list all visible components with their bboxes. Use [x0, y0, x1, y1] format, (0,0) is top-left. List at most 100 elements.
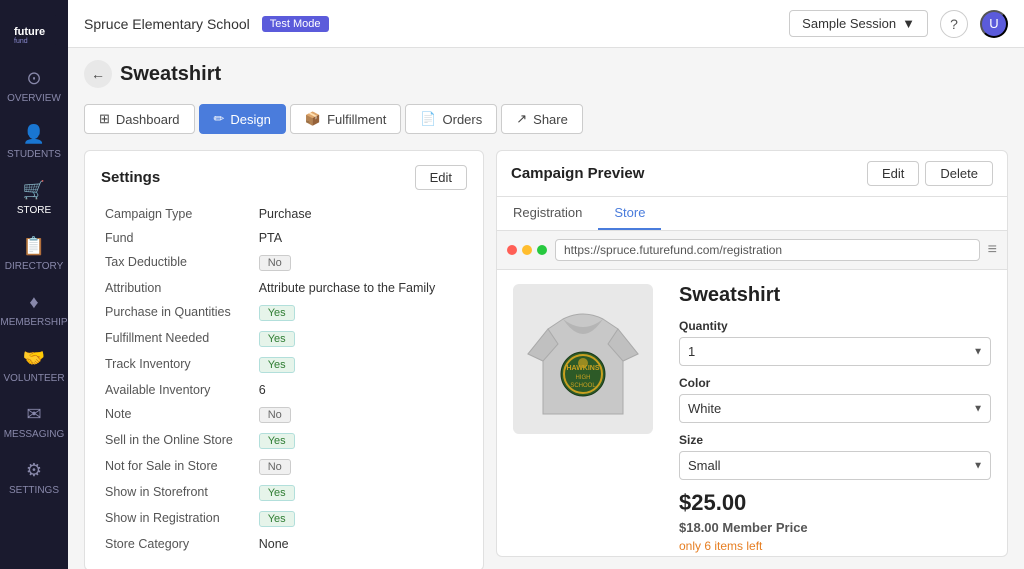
dashboard-icon: ⊞ [99, 111, 110, 127]
sidebar-item-store[interactable]: 🛒 STORE [0, 170, 68, 226]
settings-edit-button[interactable]: Edit [415, 165, 467, 190]
settings-row-label: Purchase in Quantities [101, 300, 255, 326]
school-name: Spruce Elementary School [84, 16, 250, 32]
tab-orders[interactable]: 📄 Orders [405, 104, 497, 134]
preview-tab-registration[interactable]: Registration [497, 197, 598, 230]
size-group: Size Small [679, 433, 991, 480]
messaging-icon: ✉ [26, 404, 41, 425]
member-price: $18.00 Member Price [679, 520, 991, 535]
sidebar-item-students[interactable]: 👤 STUDENTS [0, 114, 68, 170]
sidebar-item-overview[interactable]: ⊙ OVERVIEW [0, 58, 68, 114]
settings-row: Available Inventory6 [101, 378, 467, 402]
product-name: Sweatshirt [679, 284, 991, 307]
membership-icon: ♦ [29, 292, 38, 313]
tab-design[interactable]: ✏ Design [199, 104, 286, 134]
preview-actions: Edit Delete [867, 161, 993, 186]
dot-yellow [522, 245, 532, 255]
settings-row-label: Note [101, 402, 255, 428]
size-select[interactable]: Small [679, 451, 991, 480]
sidebar-item-label: DIRECTORY [5, 261, 64, 272]
settings-row-value: Yes [255, 506, 467, 532]
sidebar: future fund ⊙ OVERVIEW 👤 STUDENTS 🛒 STOR… [0, 0, 68, 569]
product-image-area: HAWKINS HIGH SCHOOL [513, 284, 663, 557]
color-select[interactable]: White [679, 394, 991, 423]
settings-row-label: Not for Sale in Store [101, 454, 255, 480]
preview-tab-store[interactable]: Store [598, 197, 661, 230]
browser-dots [507, 245, 547, 255]
settings-table: Campaign TypePurchaseFundPTATax Deductib… [101, 202, 467, 556]
settings-row: AttributionAttribute purchase to the Fam… [101, 276, 467, 300]
logo[interactable]: future fund [9, 10, 59, 50]
settings-row-value: Attribute purchase to the Family [255, 276, 467, 300]
volunteer-icon: 🤝 [23, 348, 45, 369]
back-icon: ← [91, 66, 105, 82]
chevron-down-icon: ▼ [902, 16, 915, 31]
settings-row-value: PTA [255, 226, 467, 250]
product-price: $25.00 [679, 490, 991, 516]
preview-edit-button[interactable]: Edit [867, 161, 919, 186]
settings-row-value: Yes [255, 326, 467, 352]
nav-tabs: ⊞ Dashboard ✏ Design 📦 Fulfillment 📄 Ord… [84, 104, 1008, 134]
sidebar-item-settings[interactable]: ⚙ SETTINGS [0, 450, 68, 506]
store-preview: HAWKINS HIGH SCHOOL Sweatshirt [497, 270, 1007, 557]
settings-row-value: Yes [255, 352, 467, 378]
tab-share[interactable]: ↗ Share [501, 104, 583, 134]
tab-dashboard[interactable]: ⊞ Dashboard [84, 104, 195, 134]
size-select-wrapper: Small [679, 451, 991, 480]
settings-panel: Settings Edit Campaign TypePurchaseFundP… [84, 150, 484, 557]
browser-menu-icon[interactable]: ≡ [988, 241, 997, 259]
member-price-label: Member Price [722, 520, 807, 535]
preview-card: Campaign Preview Edit Delete Registratio… [496, 150, 1008, 557]
fulfillment-icon: 📦 [305, 111, 321, 127]
settings-row-label: Store Category [101, 532, 255, 556]
sidebar-item-volunteer[interactable]: 🤝 VOLUNTEER [0, 338, 68, 394]
settings-row: Fulfillment NeededYes [101, 326, 467, 352]
color-select-wrapper: White [679, 394, 991, 423]
preview-title: Campaign Preview [511, 165, 644, 182]
user-avatar-button[interactable]: U [980, 10, 1008, 38]
settings-row: Sell in the Online StoreYes [101, 428, 467, 454]
settings-row: Show in RegistrationYes [101, 506, 467, 532]
sidebar-item-membership[interactable]: ♦ MEMBERSHIP [0, 282, 68, 338]
quantity-select[interactable]: 1 [679, 337, 991, 366]
page-header: ← Sweatshirt [84, 60, 1008, 88]
sidebar-item-label: STORE [17, 205, 51, 216]
settings-title: Settings [101, 169, 160, 186]
design-icon: ✏ [214, 111, 225, 127]
quantity-group: Quantity 1 [679, 319, 991, 366]
sample-session-button[interactable]: Sample Session ▼ [789, 10, 928, 37]
color-label: Color [679, 376, 991, 390]
quantity-select-wrapper: 1 [679, 337, 991, 366]
overview-icon: ⊙ [26, 68, 41, 89]
topbar: Spruce Elementary School Test Mode Sampl… [68, 0, 1024, 48]
settings-row: NoteNo [101, 402, 467, 428]
settings-row-value: No [255, 402, 467, 428]
settings-row: Track InventoryYes [101, 352, 467, 378]
sidebar-item-label: MESSAGING [4, 429, 65, 440]
page-title: Sweatshirt [120, 63, 221, 86]
settings-row-label: Attribution [101, 276, 255, 300]
settings-row-value: Purchase [255, 202, 467, 226]
main-area: Spruce Elementary School Test Mode Sampl… [68, 0, 1024, 569]
sidebar-item-label: SETTINGS [9, 485, 59, 496]
preview-delete-button[interactable]: Delete [925, 161, 993, 186]
back-button[interactable]: ← [84, 60, 112, 88]
member-price-amount: $18.00 [679, 520, 719, 535]
settings-row: Not for Sale in StoreNo [101, 454, 467, 480]
dot-red [507, 245, 517, 255]
settings-row-label: Show in Storefront [101, 480, 255, 506]
stock-note: only 6 items left [679, 539, 991, 553]
settings-row-label: Fulfillment Needed [101, 326, 255, 352]
settings-row: Store CategoryNone [101, 532, 467, 556]
svg-text:SCHOOL: SCHOOL [570, 383, 596, 389]
preview-header: Campaign Preview Edit Delete [497, 151, 1007, 197]
sidebar-item-directory[interactable]: 📋 DIRECTORY [0, 226, 68, 282]
sidebar-item-messaging[interactable]: ✉ MESSAGING [0, 394, 68, 450]
help-button[interactable]: ? [940, 10, 968, 38]
sidebar-item-label: MEMBERSHIP [0, 317, 67, 328]
sidebar-item-label: OVERVIEW [7, 93, 61, 104]
product-info: Sweatshirt Quantity 1 Color [679, 284, 991, 557]
page-content: ← Sweatshirt ⊞ Dashboard ✏ Design 📦 Fulf… [68, 48, 1024, 569]
tab-fulfillment[interactable]: 📦 Fulfillment [290, 104, 401, 134]
settings-row-value: None [255, 532, 467, 556]
